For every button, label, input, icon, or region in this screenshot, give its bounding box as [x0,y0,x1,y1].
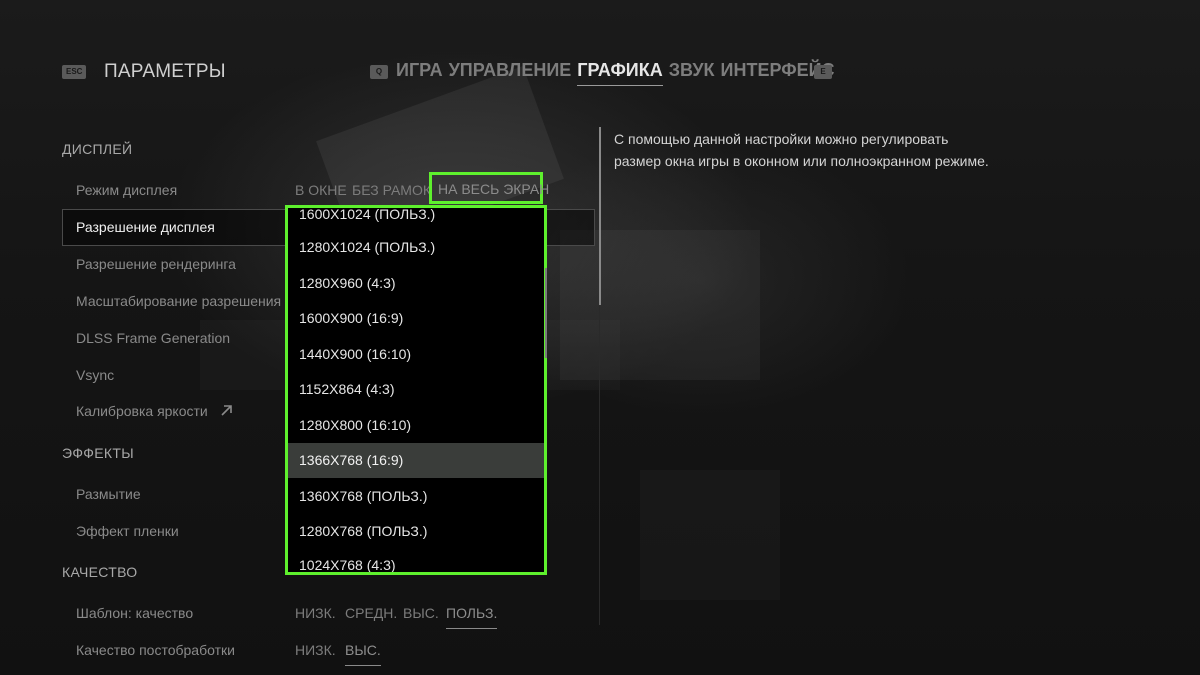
description-divider [599,305,600,625]
option-quality-low[interactable]: НИЗК. [295,605,336,621]
option-quality-custom[interactable]: ПОЛЬЗ. [446,605,498,629]
esc-key-badge[interactable]: ESC [62,65,87,79]
resolution-dropdown[interactable]: 1600X1024 (ПОЛЬЗ.) 1280X1024 (ПОЛЬЗ.) 12… [285,205,547,575]
resolution-option[interactable]: 1360X768 (ПОЛЬЗ.) [288,479,544,514]
setting-brightness-calibration[interactable]: Калибровка яркости [76,403,233,419]
section-effects: ЭФФЕКТЫ [62,445,134,461]
option-postprocess-high[interactable]: ВЫС. [345,642,381,666]
setting-render-resolution[interactable]: Разрешение рендеринга [76,256,236,272]
resolution-option[interactable]: 1152X864 (4:3) [288,372,544,407]
tab-game[interactable]: ИГРА [396,60,443,86]
section-quality: КАЧЕСТВО [62,564,138,580]
next-tab-key-badge[interactable]: E [814,65,832,79]
tab-graphics[interactable]: ГРАФИКА [577,60,663,86]
tab-bar: ИГРА УПРАВЛЕНИЕ ГРАФИКА ЗВУК ИНТЕРФЕЙС [396,60,835,86]
setting-resolution[interactable]: Разрешение дисплея [76,219,215,235]
resolution-option[interactable]: 1600X900 (16:9) [288,301,544,336]
background-shape [640,470,780,600]
prev-tab-key-badge[interactable]: Q [370,65,388,79]
setting-film-effect[interactable]: Эффект пленки [76,523,179,539]
setting-postprocess-quality[interactable]: Качество постобработки [76,642,235,658]
resolution-option[interactable]: 1280X800 (16:10) [288,408,544,443]
external-link-icon [221,405,232,416]
section-display: ДИСПЛЕЙ [62,141,133,157]
setting-display-mode[interactable]: Режим дисплея [76,182,177,198]
resolution-option-selected[interactable]: 1366X768 (16:9) [288,443,544,478]
resolution-option[interactable]: 1600X1024 (ПОЛЬЗ.) [288,208,544,232]
resolution-option[interactable]: 1024X768 (4:3) [288,548,544,572]
description-accent-bar [599,127,601,305]
page-title: ПАРАМЕТРЫ [104,61,226,82]
setting-quality-preset[interactable]: Шаблон: качество [76,605,193,621]
setting-resolution-scaling[interactable]: Масштабирование разрешения [76,293,281,309]
resolution-option[interactable]: 1280X1024 (ПОЛЬЗ.) [288,230,544,265]
setting-dlss-frame-generation[interactable]: DLSS Frame Generation [76,330,230,346]
tab-controls[interactable]: УПРАВЛЕНИЕ [449,60,572,86]
setting-description: С помощью данной настройки можно регулир… [614,128,1034,172]
option-fullscreen: НА ВЕСЬ ЭКРАН [438,181,550,197]
resolution-option[interactable]: 1280X768 (ПОЛЬЗ.) [288,514,544,549]
option-fullscreen-highlight[interactable]: НА ВЕСЬ ЭКРАН [429,172,549,204]
resolution-option[interactable]: 1440X900 (16:10) [288,337,544,372]
option-windowed[interactable]: В ОКНЕ [295,182,347,198]
description-line: размер окна игры в оконном или полноэкра… [614,153,989,169]
option-borderless[interactable]: БЕЗ РАМОК [352,182,431,198]
setting-blur[interactable]: Размытие [76,486,141,502]
option-quality-medium[interactable]: СРЕДН. [345,605,397,621]
setting-vsync[interactable]: Vsync [76,367,114,383]
option-postprocess-low[interactable]: НИЗК. [295,642,336,658]
option-quality-high[interactable]: ВЫС. [403,605,439,621]
dropdown-scrollbar[interactable] [545,268,547,358]
description-line: С помощью данной настройки можно регулир… [614,131,949,147]
setting-brightness-label: Калибровка яркости [76,403,208,419]
tab-sound[interactable]: ЗВУК [669,60,715,86]
resolution-option[interactable]: 1280X960 (4:3) [288,266,544,301]
